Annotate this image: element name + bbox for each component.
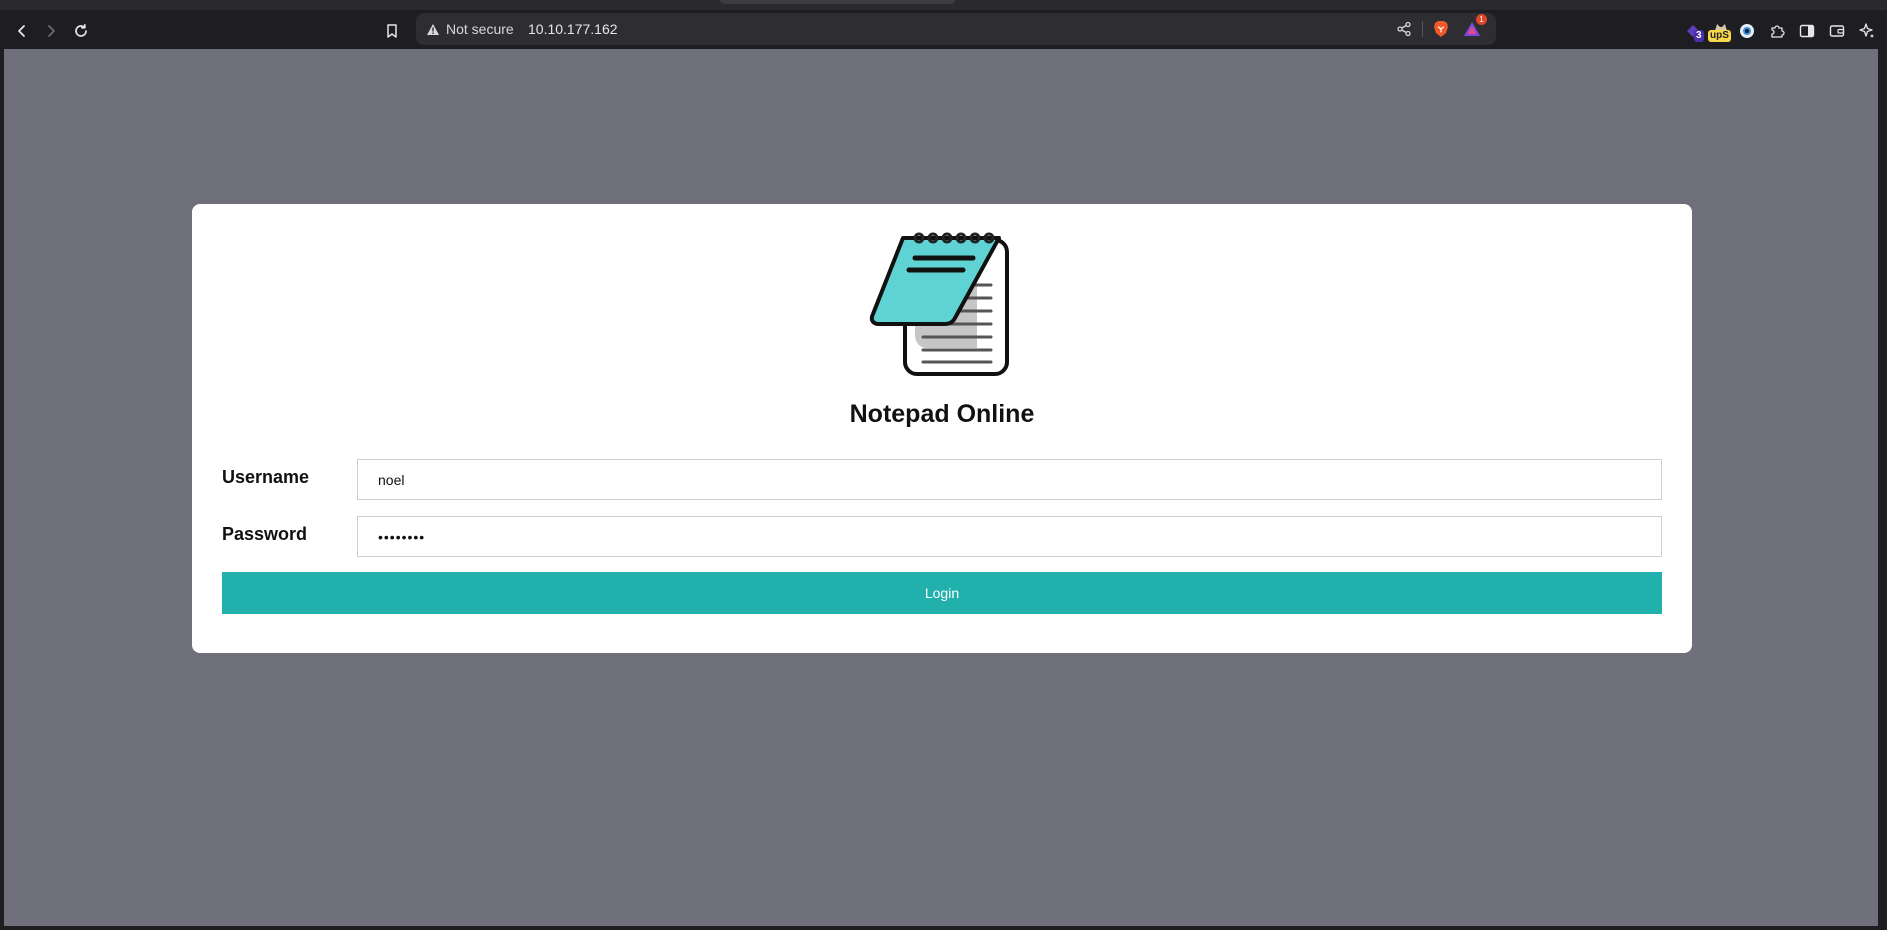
reload-button[interactable]: [68, 18, 94, 44]
extension-eye[interactable]: [1734, 18, 1760, 44]
url-divider: [1422, 21, 1423, 37]
rewards-notification-badge: 1: [1476, 14, 1487, 25]
puzzle-piece-icon: [1771, 25, 1785, 38]
password-label: Password: [222, 524, 308, 544]
extension-purple[interactable]: 3: [1680, 18, 1706, 44]
login-button[interactable]: Login: [222, 572, 1662, 614]
warning-icon: [427, 23, 439, 35]
app-title: Notepad Online: [849, 400, 1035, 428]
security-indicator[interactable]: Not secure: [426, 13, 514, 45]
forward-arrow-icon: [48, 25, 55, 37]
bookmark-button[interactable]: [379, 18, 405, 44]
url-text[interactable]: 10.10.177.162: [528, 13, 618, 45]
sparkle-icon: [1859, 23, 1874, 38]
bookmark-icon: [387, 24, 397, 38]
username-input[interactable]: [357, 459, 1662, 500]
eye-extension-icon: [1740, 24, 1754, 38]
extension-ups-badge: upS: [1708, 30, 1731, 42]
brave-shields-button[interactable]: [1431, 19, 1451, 39]
forward-button[interactable]: [38, 18, 64, 44]
login-card: Notepad Online Username Password Login: [192, 204, 1692, 653]
extension-count-badge: 3: [1694, 30, 1704, 42]
page-viewport: Notepad Online Username Password Login: [4, 49, 1878, 926]
back-button[interactable]: [9, 18, 35, 44]
extensions-menu-button[interactable]: [1764, 18, 1790, 44]
back-arrow-icon: [18, 25, 25, 37]
leo-ai-button[interactable]: [1854, 18, 1880, 44]
address-bar[interactable]: Not secure 10.10.177.162 1: [416, 13, 1496, 45]
wallet-button[interactable]: [1824, 18, 1850, 44]
sidebar-toggle-button[interactable]: [1794, 18, 1820, 44]
extension-ups[interactable]: upS: [1706, 18, 1736, 44]
brave-rewards-button[interactable]: 1: [1462, 14, 1487, 39]
security-label: Not secure: [446, 21, 514, 37]
reload-icon: [75, 23, 87, 37]
notepad-logo-icon: [869, 232, 1009, 376]
active-tab-edge[interactable]: [720, 0, 955, 4]
browser-toolbar: Not secure 10.10.177.162 1 3 upS: [0, 10, 1887, 49]
sidebar-icon: [1799, 24, 1815, 38]
window-top-strip: [0, 0, 1887, 10]
wallet-icon: [1829, 25, 1845, 37]
password-input[interactable]: [357, 516, 1662, 557]
share-icon: [1397, 21, 1411, 37]
share-button[interactable]: [1394, 19, 1414, 39]
username-label: Username: [222, 467, 310, 487]
brave-lion-icon: [1434, 21, 1448, 37]
